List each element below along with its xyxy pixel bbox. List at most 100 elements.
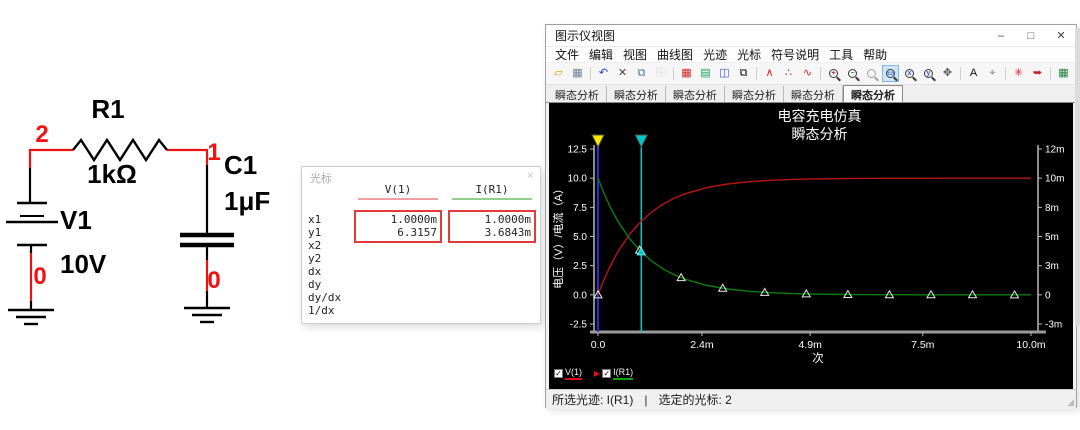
zoom-in-icon-glyph: + [829, 69, 838, 78]
open-file-icon[interactable]: ▱ [550, 65, 567, 82]
text-annotation-icon[interactable]: A [965, 65, 982, 82]
legend-checkbox-v1[interactable]: ✓ [554, 369, 563, 378]
cursor-panel: 光标 × x1y1x2y2dxdydy/dx1/dxV(1)1.0000m6.3… [301, 166, 541, 324]
resize-grip[interactable]: ◢ [1067, 397, 1074, 408]
x-axis-label: 次 [812, 351, 824, 365]
ground-left-icon [8, 310, 54, 324]
window-controls: – □ ✕ [986, 25, 1076, 46]
delete-icon[interactable]: ✕ [614, 65, 631, 82]
undo-icon[interactable]: ↶ [595, 65, 612, 82]
x-tick-label: 2.4m [690, 339, 714, 351]
y-tick-label-right: 10m [1045, 174, 1064, 185]
plot-svg[interactable]: 12.510.07.55.02.50.0-2.512m10m8m5m3m0-3m… [549, 103, 1073, 389]
zoom-in-icon[interactable]: + [825, 65, 842, 82]
node-label-2: 2 [35, 121, 48, 148]
overlay-traces-icon[interactable]: ⧉ [735, 65, 752, 82]
legend-label-ir1[interactable]: I(R1) [613, 367, 633, 380]
zoom-y-icon[interactable]: y [920, 65, 937, 82]
copy-icon[interactable]: ⧉ [633, 65, 650, 82]
toolbar-separator [1005, 67, 1006, 80]
menu-item-4[interactable]: 光迹 [698, 46, 732, 63]
node-label-0-right: 0 [207, 267, 220, 294]
tab-transient-analysis-5[interactable]: 瞬态分析 [843, 85, 903, 102]
menu-item-1[interactable]: 编辑 [584, 46, 618, 63]
tab-transient-analysis-2[interactable]: 瞬态分析 [666, 86, 725, 102]
cursor-y1-value: 3.6843m [450, 226, 534, 239]
resistor-value: 1kΩ [87, 159, 137, 189]
resistor-symbol[interactable] [73, 140, 167, 160]
y-tick-label-left: -2.5 [570, 320, 588, 331]
toolbar-separator [1050, 67, 1051, 80]
cursor-column-header-ir1: I(R1) [448, 183, 536, 196]
trace-v1[interactable] [598, 178, 1031, 295]
cursor-row-label-dy: dy [308, 278, 321, 291]
cursor-row-label-dx: dx [308, 265, 321, 278]
zoom-area-icon[interactable]: ▭ [882, 65, 899, 82]
battery-symbol[interactable] [6, 203, 58, 245]
tab-transient-analysis-3[interactable]: 瞬态分析 [725, 86, 784, 102]
plot-area[interactable]: 电容充电仿真 瞬态分析 12.510.07.55.02.50.0-2.512m1… [549, 103, 1073, 389]
pan-hand-icon[interactable]: ✥ [939, 65, 956, 82]
y-tick-label-right: -3m [1045, 320, 1062, 331]
capacitor-symbol[interactable] [180, 235, 234, 245]
export-excel-icon[interactable]: ▦ [1055, 65, 1072, 82]
toolbar-separator [590, 67, 591, 80]
tab-transient-analysis-0[interactable]: 瞬态分析 [548, 86, 607, 102]
menu-item-2[interactable]: 视图 [618, 46, 652, 63]
toolbar-separator [820, 67, 821, 80]
cursor-row-label-y1: y1 [308, 226, 321, 239]
cursor-row-label-dydx: dy/dx [308, 291, 341, 304]
menu-item-8[interactable]: 帮助 [858, 46, 892, 63]
tab-transient-analysis-4[interactable]: 瞬态分析 [784, 86, 843, 102]
minimize-button[interactable]: – [986, 25, 1016, 46]
cursor-2-flag[interactable] [635, 135, 647, 147]
zoom-y-icon-sign: y [927, 70, 931, 77]
trace-points-icon[interactable]: ∴ [780, 65, 797, 82]
toolbar-separator [960, 67, 961, 80]
y-tick-label-right: 3m [1045, 261, 1059, 272]
maximize-button[interactable]: □ [1016, 25, 1046, 46]
close-icon[interactable]: × [527, 168, 534, 182]
status-selected-cursor: 选定的光标: 2 [658, 391, 731, 408]
zoom-out-icon-glyph: − [848, 69, 857, 78]
trace-ir1[interactable] [598, 178, 1031, 295]
save-icon[interactable]: ▦ [569, 65, 586, 82]
paste-icon[interactable]: ⎘ [652, 65, 669, 82]
export-graph-icon[interactable]: ➥ [1029, 65, 1046, 82]
zoom-x-icon-glyph: x [905, 69, 914, 78]
select-pointer-icon[interactable]: ⌖ [984, 65, 1001, 82]
zoom-out-icon[interactable]: − [844, 65, 861, 82]
menu-item-3[interactable]: 曲线图 [652, 46, 698, 63]
capacitor-value: 1μF [224, 186, 270, 216]
circuit-schematic: 2 1 0 0 R1 1kΩ C1 1μF V1 10V [0, 88, 300, 343]
graph-properties-icon[interactable]: ◫ [716, 65, 733, 82]
cursor-x1-value: 1.0000m [356, 213, 440, 226]
ground-right-icon [184, 308, 230, 322]
x-tick-label: 0.0 [591, 339, 606, 351]
zoom-y-icon-glyph: y [924, 69, 933, 78]
close-button[interactable]: ✕ [1046, 25, 1076, 46]
tab-transient-analysis-1[interactable]: 瞬态分析 [607, 86, 666, 102]
legend-checkbox-ir1[interactable]: ✓ [602, 369, 611, 378]
trace-line-icon[interactable]: ∧ [761, 65, 778, 82]
legend-label-v1[interactable]: V(1) [565, 367, 582, 380]
menu-item-5[interactable]: 光标 [732, 46, 766, 63]
show-legend-icon[interactable]: ▤ [697, 65, 714, 82]
show-cursors-icon[interactable]: ✳ [1010, 65, 1027, 82]
menu-item-0[interactable]: 文件 [550, 46, 584, 63]
y-tick-label-left: 2.5 [573, 261, 587, 272]
zoom-restore-icon[interactable] [863, 65, 880, 82]
background-strip [1075, 28, 1080, 326]
cursor-row-label-1dx: 1/dx [308, 304, 335, 317]
show-grid-icon[interactable]: ▦ [678, 65, 695, 82]
menu-item-6[interactable]: 符号说明 [766, 46, 824, 63]
selected-trace-arrow-icon: ▶ [594, 369, 600, 378]
zoom-out-icon-sign: − [850, 70, 854, 77]
trace-line-points-icon[interactable]: ∿ [799, 65, 816, 82]
menu-bar: 文件编辑视图曲线图光迹光标符号说明工具帮助 [546, 47, 1076, 63]
zoom-x-icon-sign: x [908, 70, 912, 77]
cursor-row-label-x2: x2 [308, 239, 321, 252]
y-axis-label: 电压（V）/电流（A） [551, 183, 565, 289]
zoom-x-icon[interactable]: x [901, 65, 918, 82]
menu-item-7[interactable]: 工具 [824, 46, 858, 63]
